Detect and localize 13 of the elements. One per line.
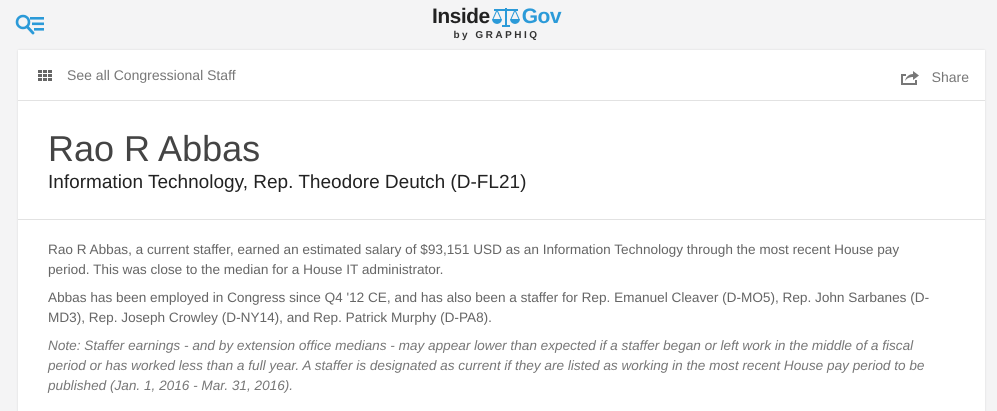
bio-paragraph: Abbas has been employed in Congress since Q4 '12 CE, and has also been a staffer for Rep. Emanuel Cleaver (D-MO5), Rep. John Sarbanes (D-MD3), Rep. Joseph Crowley (D-NY14), and Rep. Patrick Murphy (D-PA8). — [48, 289, 930, 327]
staffer-subtitle: Information Technology, Rep. Theodore Deutch (D-FL21) — [48, 171, 528, 195]
bio-paragraph: Rao R Abbas, a current staffer, earned an estimated salary of $93,151 USD as an Information Technology through the most recent House pay period. This was close to the median for a House IT administrator. — [48, 241, 900, 279]
note-paragraph: Note: Staffer earnings - and by extension office medians - may appear lower than expected if a staffer began or left work in the middle of a fiscal period or has worked less than a full year. A staffer is designated as current if they are listed as working in the most recent House pay period to be published (Jan. 1, 2016 - Mar. 31, 2016). — [48, 337, 926, 395]
share-icon — [900, 69, 920, 85]
logo-text: Inside — [432, 6, 490, 28]
staffer-name: Rao R Abbas — [48, 129, 262, 169]
scale-icon — [490, 7, 521, 27]
staff-link[interactable]: See all Congressional Staff — [67, 67, 236, 83]
share-button[interactable]: Share — [900, 65, 969, 85]
logo-text: Gov — [522, 6, 562, 28]
logo-byline: by GRAPHIQ — [453, 30, 540, 41]
grid-icon[interactable] — [38, 70, 53, 80]
